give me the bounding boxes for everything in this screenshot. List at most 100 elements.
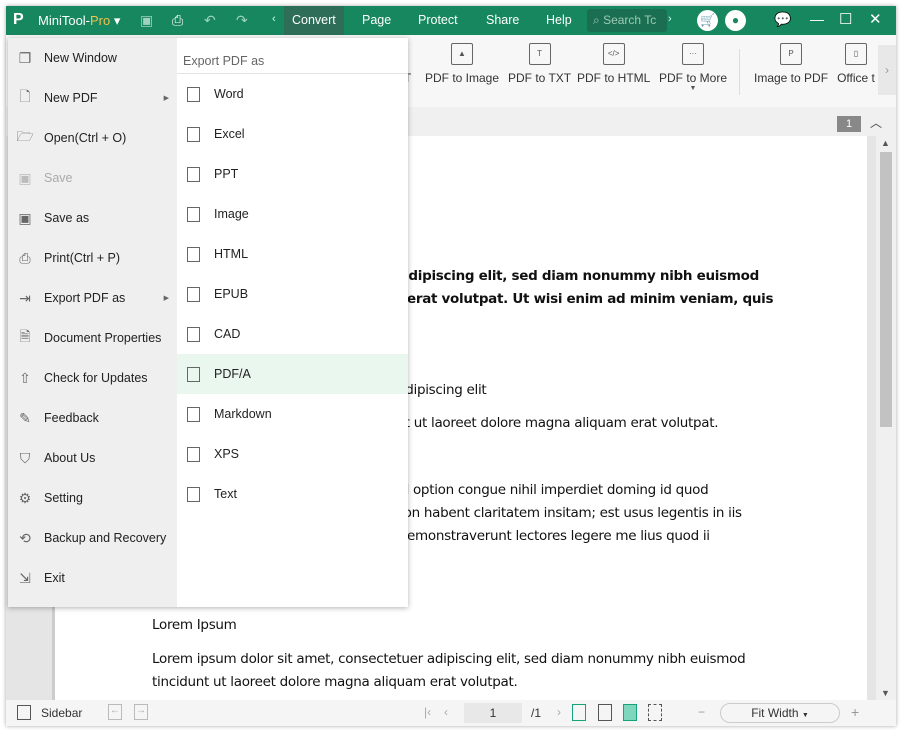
back-icon[interactable]: ← [108,704,122,720]
collapse-ribbon-icon[interactable]: ︿ [870,114,882,131]
menu-item-label: Export PDF as [44,291,126,305]
sidebar-toggle[interactable]: Sidebar [41,706,82,720]
export-option-label: HTML [214,247,249,261]
print-icon[interactable]: ⎙ [172,12,183,29]
user-avatar-icon[interactable]: ● [725,10,746,31]
save-icon[interactable]: ▣ [140,12,153,29]
menu-item-document-properties[interactable]: 🗎 Document Properties [8,318,177,358]
menu-item-check-for-updates[interactable]: ⇧ Check for Updates [8,358,177,398]
ribbon-scroll-right-icon[interactable]: › [878,45,896,95]
zoom-out-icon[interactable]: − [698,705,705,719]
search-input[interactable]: ⌕ Search Tc [587,9,667,32]
export-option-label: Excel [214,127,245,141]
menu-item-new-pdf[interactable]: 🗋 New PDF ▶ [8,78,177,118]
export-option-image[interactable]: Image [177,194,408,234]
tab-share[interactable]: Share [478,6,527,35]
export-option-pdf-a[interactable]: PDF/A [177,354,408,394]
status-bar: Sidebar ← → |‹ ‹ 1 /1 › − Fit Width ▼ + [6,700,896,726]
document-icon: 🗎 [19,328,31,344]
menu-item-about-us[interactable]: ⛉ About Us [8,438,177,478]
doc-heading: Lorem Ipsum [152,617,237,633]
menu-item-export-pdf-as[interactable]: ⇥ Export PDF as ▶ [8,278,177,318]
file-type-icon [187,166,200,182]
export-option-label: Word [214,87,244,101]
menu-item-print-ctrl-p[interactable]: ⎙ Print(Ctrl + P) [8,238,177,278]
menu-item-open-ctrl-o[interactable]: 🗁 Open(Ctrl + O) [8,118,177,158]
export-option-label: EPUB [214,287,249,301]
export-option-excel[interactable]: Excel [177,114,408,154]
minimize-icon[interactable]: — [810,11,824,27]
menu-item-label: Backup and Recovery [44,531,167,545]
doc-line: tincidunt ut laoreet dolore magna aliqua… [152,674,518,690]
export-option-label: Image [214,207,249,221]
pdf-to-txt-button[interactable]: T PDF to TXT [508,43,571,85]
export-option-xps[interactable]: XPS [177,434,408,474]
vertical-scrollbar[interactable]: ▲ ▼ [876,136,896,700]
office-to-pdf-button[interactable]: ▯ Office t [837,43,875,85]
menu-item-label: Document Properties [44,331,162,345]
file-type-icon [187,86,200,102]
menu-item-save-as[interactable]: ▣ Save as [8,198,177,238]
html-icon: </> [602,43,625,65]
cart-icon[interactable]: 🛒 [697,10,718,31]
menu-item-exit[interactable]: ⇲ Exit [8,558,177,598]
export-option-label: PPT [214,167,239,181]
menu-item-new-window[interactable]: ❐ New Window [8,38,177,78]
pdf-to-html-button[interactable]: </> PDF to HTML [577,43,650,85]
zoom-select[interactable]: Fit Width ▼ [720,703,840,723]
tabs-scroll-left-icon[interactable]: ‹ [272,13,276,25]
doc-line: am erat volutpat. Ut wisi enim ad minim … [380,291,774,307]
two-page-icon[interactable] [598,704,612,721]
zoom-in-icon[interactable]: + [851,704,859,720]
undo-icon[interactable]: ↶ [204,12,216,29]
page-number-badge: 1 [837,116,861,132]
page-number-input[interactable]: 1 [464,703,522,723]
chat-icon[interactable]: 💬 [774,11,791,28]
menu-item-feedback[interactable]: ✎ Feedback [8,398,177,438]
first-page-icon[interactable]: |‹ [424,705,431,719]
export-option-text[interactable]: Text [177,474,408,514]
title-bar: P MiniTool-Pro ▾ ▣ ⎙ ↶ ↷ ‹ Convert Page … [6,6,896,35]
export-option-word[interactable]: Word [177,74,408,114]
sidebar-icon[interactable] [17,705,31,720]
pdf-to-image-button[interactable]: ▲ PDF to Image [425,43,499,85]
tab-page[interactable]: Page [354,6,399,35]
file-menu: ❐ New Window 🗋 New PDF ▶ 🗁 Open(Ctrl + O) ▣ Save… [8,38,408,607]
app-edition: Pro [90,13,111,28]
menu-item-setting[interactable]: ⚙ Setting [8,478,177,518]
continuous-page-icon[interactable] [623,704,637,721]
export-submenu: Export PDF as Word Excel PPT Image HTML EPUB C… [177,38,408,607]
tab-convert[interactable]: Convert [284,6,344,35]
app-name[interactable]: MiniTool-Pro ▾ [38,13,120,29]
forward-icon[interactable]: → [134,704,148,720]
export-option-epub[interactable]: EPUB [177,274,408,314]
chevron-right-icon: ▶ [163,95,169,102]
scrollbar-thumb[interactable] [880,152,892,427]
doc-line: Lorem ipsum dolor sit amet, consectetuer… [152,651,746,667]
menu-item-label: Print(Ctrl + P) [44,251,121,265]
close-icon[interactable]: ✕ [869,10,882,28]
prev-page-icon[interactable]: ‹ [444,705,448,719]
feedback-icon: ✎ [19,409,31,426]
export-option-html[interactable]: HTML [177,234,408,274]
menu-item-backup-and-recovery[interactable]: ⟲ Backup and Recovery [8,518,177,558]
tabs-scroll-right-icon[interactable]: › [668,13,672,25]
image-to-pdf-button[interactable]: P Image to PDF [754,43,828,85]
single-page-icon[interactable] [572,704,586,721]
tab-protect[interactable]: Protect [410,6,466,35]
export-option-cad[interactable]: CAD [177,314,408,354]
backup-icon: ⟲ [19,529,31,546]
redo-icon[interactable]: ↷ [236,12,248,29]
grid-page-icon[interactable] [648,704,662,721]
scroll-down-icon[interactable]: ▼ [881,688,890,698]
tab-help[interactable]: Help [538,6,580,35]
export-option-markdown[interactable]: Markdown [177,394,408,434]
scroll-up-icon[interactable]: ▲ [881,138,890,148]
export-option-ppt[interactable]: PPT [177,154,408,194]
maximize-icon[interactable]: ☐ [839,10,852,28]
menu-item-save[interactable]: ▣ Save [8,158,177,198]
next-page-icon[interactable]: › [557,705,561,719]
pdf-to-more-button[interactable]: ··· PDF to More ▼ [659,43,727,92]
more-icon: ··· [682,43,704,65]
search-icon: ⌕ [593,13,604,27]
